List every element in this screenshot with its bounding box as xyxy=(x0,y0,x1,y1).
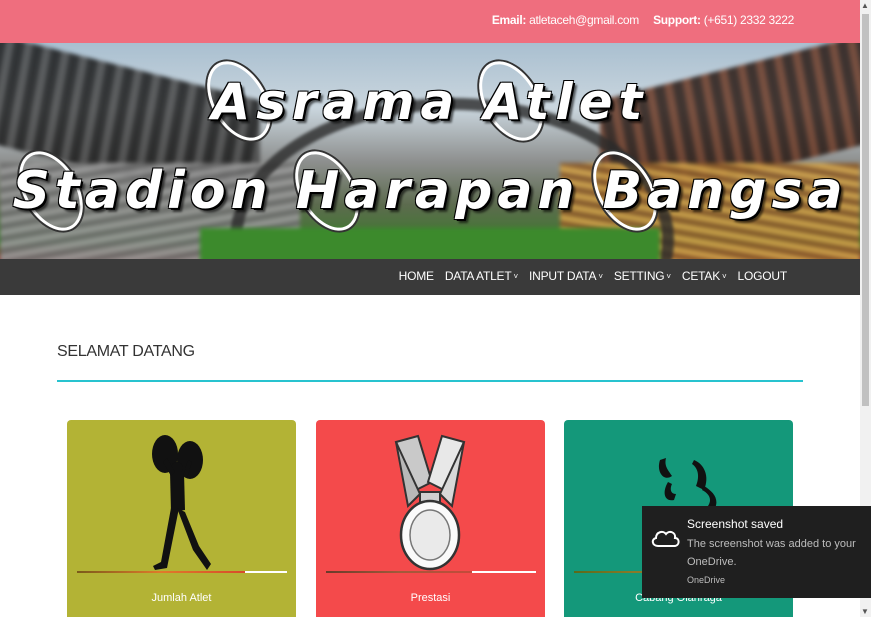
scrollbar-thumb[interactable] xyxy=(862,14,869,406)
support-value: (+651) 2332 3222 xyxy=(703,13,795,27)
nav-item-cetak[interactable]: CETAK ˅ xyxy=(682,269,727,283)
card-jumlah-atlet[interactable]: Jumlah Atlet xyxy=(67,420,296,617)
banner-title-line1: Asrama Atlet xyxy=(211,73,649,131)
top-contact-bar: Email: atletaceh@gmail.com Support: (+65… xyxy=(0,0,860,43)
card-prestasi[interactable]: Prestasi xyxy=(316,420,545,617)
chevron-down-icon: ˅ xyxy=(598,271,603,281)
title-divider xyxy=(57,380,803,382)
progress-bar-highlight xyxy=(245,571,287,573)
scroll-up-arrow-icon[interactable]: ▲ xyxy=(861,1,869,10)
nav-item-label: DATA ATLET xyxy=(444,269,512,283)
progress-bar-track xyxy=(77,571,245,573)
medal-icon xyxy=(394,434,466,571)
nav-item-home[interactable]: HOME xyxy=(399,269,434,283)
email-value[interactable]: atletaceh@gmail.com xyxy=(529,13,639,27)
nav-item-input-data[interactable]: INPUT DATA ˅ xyxy=(529,269,603,283)
progress-bar-track xyxy=(326,571,472,573)
card-label: Prestasi xyxy=(410,592,451,604)
stadium-banner: Asrama Atlet Stadion Harapan Bangsa xyxy=(0,43,860,259)
weightlifter-icon xyxy=(152,435,211,570)
scroll-down-arrow-icon[interactable]: ▼ xyxy=(861,607,869,616)
chevron-down-icon: ˅ xyxy=(722,271,727,281)
email-label: Email: xyxy=(491,13,527,27)
support-label: Support: xyxy=(653,13,701,27)
chevron-down-icon: ˅ xyxy=(666,271,671,281)
nav-item-label: SETTING xyxy=(613,269,665,283)
nav-menu: HOME DATA ATLET ˅ INPUT DATA ˅ SETTING ˅ CE… xyxy=(388,269,788,283)
chevron-down-icon: ˅ xyxy=(513,271,519,281)
nav-item-label: LOGOUT xyxy=(737,269,788,283)
onedrive-cloud-icon xyxy=(650,526,680,553)
contact-info: Email: atletaceh@gmail.com Support: (+65… xyxy=(492,13,794,27)
onedrive-notification-toast[interactable]: Screenshot saved The screenshot was adde… xyxy=(642,506,871,598)
nav-item-data-atlet[interactable]: DATA ATLET ˅ xyxy=(445,269,518,283)
nav-item-setting[interactable]: SETTING ˅ xyxy=(614,269,671,283)
page-title: SELAMAT DATANG xyxy=(57,343,195,360)
toast-body: The screenshot was added to your OneDriv… xyxy=(687,538,856,568)
nav-item-label: CETAK xyxy=(681,269,721,283)
stadium-field xyxy=(200,228,660,259)
toast-source: OneDrive xyxy=(687,575,726,585)
nav-item-logout[interactable]: LOGOUT xyxy=(737,269,788,283)
banner-title-line2: Stadion Harapan Bangsa xyxy=(12,161,848,221)
nav-item-label: INPUT DATA xyxy=(528,269,597,283)
main-navbar: HOME DATA ATLET ˅ INPUT DATA ˅ SETTING ˅ CE… xyxy=(0,259,860,295)
card-label: Jumlah Atlet xyxy=(151,592,212,604)
toast-title: Screenshot saved xyxy=(687,517,784,531)
nav-item-label: HOME xyxy=(398,269,434,283)
progress-bar-highlight xyxy=(472,571,536,573)
